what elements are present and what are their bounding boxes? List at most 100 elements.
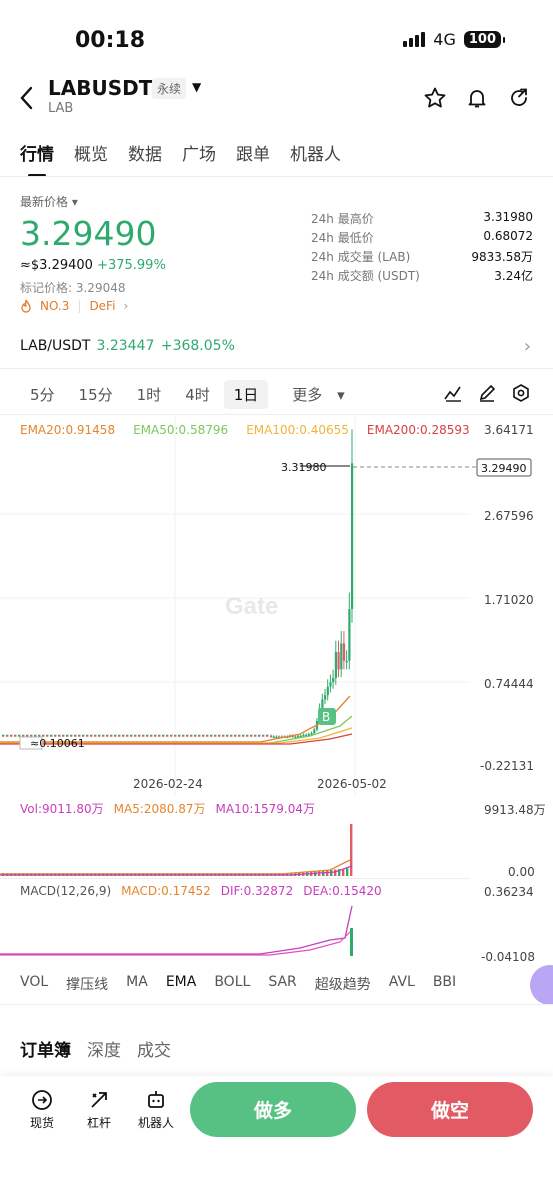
price-chart[interactable]: Gate B 3.31980 3.29490 ≈0.10061 3.64171 … xyxy=(0,416,553,796)
vol-max: 9913.48万 xyxy=(484,803,546,817)
candle xyxy=(206,734,209,737)
candle xyxy=(218,734,221,737)
candle xyxy=(126,734,129,737)
short-button[interactable]: 做空 xyxy=(367,1082,533,1137)
contract-badge: 永续 xyxy=(152,78,187,99)
tab-copy[interactable]: 跟单 xyxy=(236,140,270,165)
leverage-button[interactable]: 杠杆 xyxy=(87,1088,111,1131)
floating-assistant-button[interactable] xyxy=(530,965,553,1005)
xtick: 2026-02-24 xyxy=(133,777,203,791)
candle xyxy=(272,736,275,739)
star-icon[interactable] xyxy=(423,86,447,110)
candle xyxy=(348,608,351,661)
candle xyxy=(310,733,313,735)
xtick: 2026-05-02 xyxy=(317,777,387,791)
tab-bot[interactable]: 机器人 xyxy=(290,140,341,165)
ind-bbi[interactable]: BBI xyxy=(433,974,456,994)
candle xyxy=(210,734,213,737)
stats-24h: 24h 最高价 3.31980 24h 最低价 0.68072 24h 成交量 (L… xyxy=(311,210,533,286)
candle xyxy=(182,734,185,737)
ind-vol[interactable]: VOL xyxy=(20,974,48,994)
ind-boll[interactable]: BOLL xyxy=(214,974,250,994)
vol-label: Vol:9011.80万 xyxy=(20,802,104,816)
candle xyxy=(170,734,173,737)
candle xyxy=(158,734,161,737)
ma5-label: MA5:2080.87万 xyxy=(113,802,206,816)
tab-square[interactable]: 广场 xyxy=(182,140,216,165)
macd-value: MACD:0.17452 xyxy=(121,884,211,898)
tf-1d[interactable]: 1日 xyxy=(223,380,269,409)
rank-badge[interactable]: NO.3 xyxy=(40,299,69,313)
candle xyxy=(326,686,329,696)
tf-15m[interactable]: 15分 xyxy=(69,380,123,409)
ind-sar[interactable]: SAR xyxy=(268,974,296,994)
tab-overview[interactable]: 概览 xyxy=(74,140,108,165)
long-button[interactable]: 做多 xyxy=(190,1082,356,1137)
ind-avl[interactable]: AVL xyxy=(389,974,415,994)
candle xyxy=(321,699,324,709)
approx-price: ≈$3.29400 +375.99% xyxy=(20,258,166,273)
spot-button[interactable]: 现货 xyxy=(30,1088,54,1131)
tf-more[interactable]: 更多 ▾ xyxy=(272,380,354,409)
signal-icon xyxy=(403,32,426,47)
buy-marker-label: B xyxy=(322,710,330,724)
candle xyxy=(22,734,25,737)
tf-1h[interactable]: 1时 xyxy=(127,380,172,409)
latest-price-label[interactable]: 最新价格 ▾ xyxy=(20,193,78,210)
main-tabs: 行情 概览 数据 广场 跟单 机器人 xyxy=(20,140,341,177)
candle xyxy=(186,734,189,737)
candle xyxy=(242,734,245,737)
candle xyxy=(178,734,181,737)
chevron-down-icon[interactable]: ▼ xyxy=(192,80,201,94)
ytick: 1.71020 xyxy=(484,593,534,607)
bot-button[interactable]: 机器人 xyxy=(138,1088,174,1131)
share-icon[interactable] xyxy=(507,86,531,110)
last-price: 3.29490 xyxy=(20,214,157,253)
candle xyxy=(254,734,257,737)
vol-min: 0.00 xyxy=(508,865,535,879)
ytick: 3.64171 xyxy=(484,423,534,437)
candle xyxy=(230,734,233,737)
sector-badge[interactable]: DeFi xyxy=(89,299,115,313)
ind-support[interactable]: 撑压线 xyxy=(66,974,108,994)
chevron-right-icon[interactable]: › xyxy=(123,299,128,313)
stat-row: 24h 最高价 3.31980 xyxy=(311,210,533,226)
divider xyxy=(0,368,553,369)
divider xyxy=(0,176,553,177)
indicator-icon[interactable] xyxy=(443,383,463,403)
bell-icon[interactable] xyxy=(465,86,489,110)
ytick: 2.67596 xyxy=(484,509,534,523)
candle xyxy=(246,734,249,737)
mark-price: 标记价格: 3.29048 xyxy=(20,281,126,295)
chevron-right-icon[interactable]: › xyxy=(524,336,531,357)
robot-icon xyxy=(148,1091,164,1108)
candle xyxy=(307,733,310,736)
back-arrow-icon[interactable] xyxy=(16,84,38,112)
candle xyxy=(302,734,305,737)
spot-row[interactable]: LAB/USDT 3.23447 +368.05% xyxy=(20,338,235,354)
volume-bar xyxy=(334,869,337,876)
spot-label: 现货 xyxy=(30,1116,55,1130)
tab-data[interactable]: 数据 xyxy=(128,140,162,165)
ind-ema[interactable]: EMA xyxy=(166,974,197,994)
ytick: 0.74444 xyxy=(484,677,534,691)
draw-pen-icon[interactable] xyxy=(477,383,497,403)
candle xyxy=(222,734,225,737)
tab-market[interactable]: 行情 xyxy=(20,140,54,177)
candle xyxy=(194,734,197,737)
tab-orderbook[interactable]: 订单簿 xyxy=(20,1036,71,1061)
tf-4h[interactable]: 4时 xyxy=(175,380,220,409)
ind-ma[interactable]: MA xyxy=(126,974,148,994)
candle xyxy=(214,734,217,737)
tab-trades[interactable]: 成交 xyxy=(137,1036,171,1061)
pair-title[interactable]: LABUSDT xyxy=(48,76,152,100)
tf-5m[interactable]: 5分 xyxy=(20,380,65,409)
volume-bar xyxy=(350,824,353,876)
base-asset: LAB xyxy=(48,101,74,116)
tags: NO.3 | DeFi › xyxy=(20,299,128,313)
settings-icon[interactable] xyxy=(511,383,531,403)
ind-supertrend[interactable]: 超级趋势 xyxy=(315,974,371,994)
tab-depth[interactable]: 深度 xyxy=(87,1036,121,1061)
vol-ma5-line xyxy=(0,859,351,875)
candle xyxy=(313,729,316,734)
